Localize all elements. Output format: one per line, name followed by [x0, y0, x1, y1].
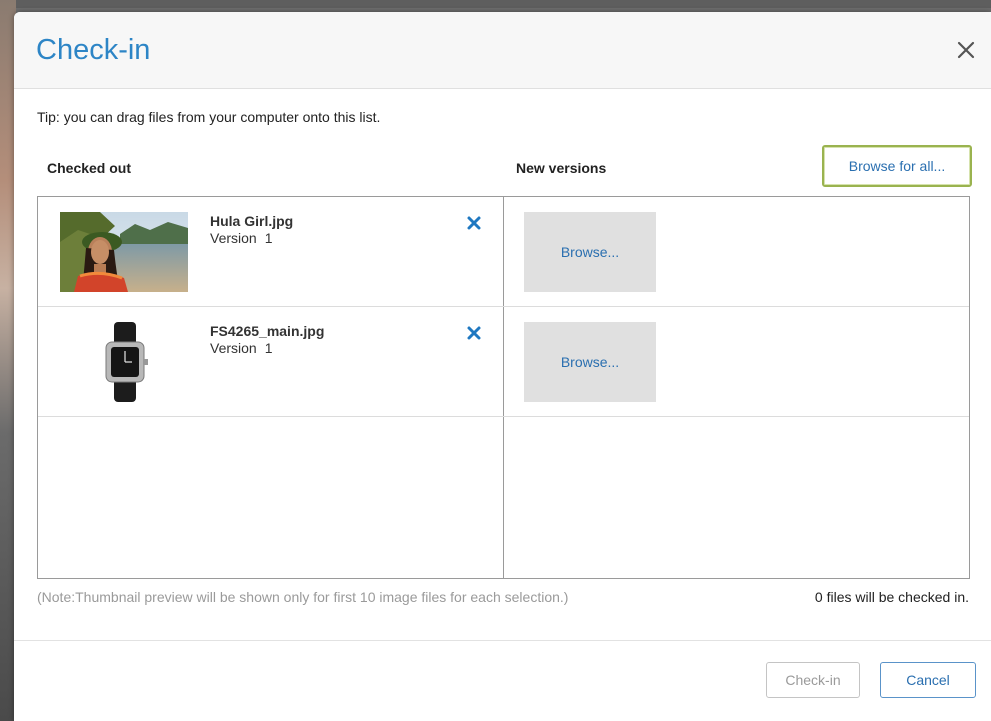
file-version: Version 1: [210, 230, 273, 246]
wristwatch-thumbnail: [60, 322, 188, 402]
backdrop: [0, 0, 991, 8]
checked-out-header: Checked out: [47, 160, 132, 176]
cancel-button[interactable]: Cancel: [880, 662, 976, 698]
dialog-title: Check-in: [36, 34, 151, 66]
checkin-dialog: Check-in Tip: you can drag files from yo…: [14, 12, 991, 721]
remove-x-icon[interactable]: [466, 215, 482, 231]
close-icon[interactable]: [954, 38, 978, 62]
version-label: Version: [210, 340, 257, 356]
browse-button[interactable]: Browse...: [524, 322, 656, 402]
file-row: FS4265_main.jpg Version 1 Browse...: [38, 307, 969, 417]
browse-for-all-button[interactable]: Browse for all...: [822, 145, 972, 187]
footer-divider: [14, 640, 991, 641]
checkin-button[interactable]: Check-in: [766, 662, 860, 698]
version-label: Version: [210, 230, 257, 246]
file-version: Version 1: [210, 340, 273, 356]
file-row: Hula Girl.jpg Version 1 Browse...: [38, 197, 969, 307]
version-number: 1: [264, 230, 273, 246]
hula-girl-thumbnail: [60, 212, 188, 292]
dialog-header: Check-in: [14, 12, 991, 89]
files-count: 0 files will be checked in.: [814, 589, 969, 605]
file-name: Hula Girl.jpg: [210, 213, 294, 229]
file-name: FS4265_main.jpg: [210, 323, 325, 339]
new-versions-header: New versions: [516, 160, 607, 176]
tip-text: Tip: you can drag files from your comput…: [37, 109, 381, 125]
thumbnail-note: (Note:Thumbnail preview will be shown on…: [37, 589, 569, 605]
checkin-file-list[interactable]: Hula Girl.jpg Version 1 Browse... FS4265…: [37, 196, 970, 579]
version-number: 1: [264, 340, 273, 356]
browse-button[interactable]: Browse...: [524, 212, 656, 292]
remove-x-icon[interactable]: [466, 325, 482, 341]
